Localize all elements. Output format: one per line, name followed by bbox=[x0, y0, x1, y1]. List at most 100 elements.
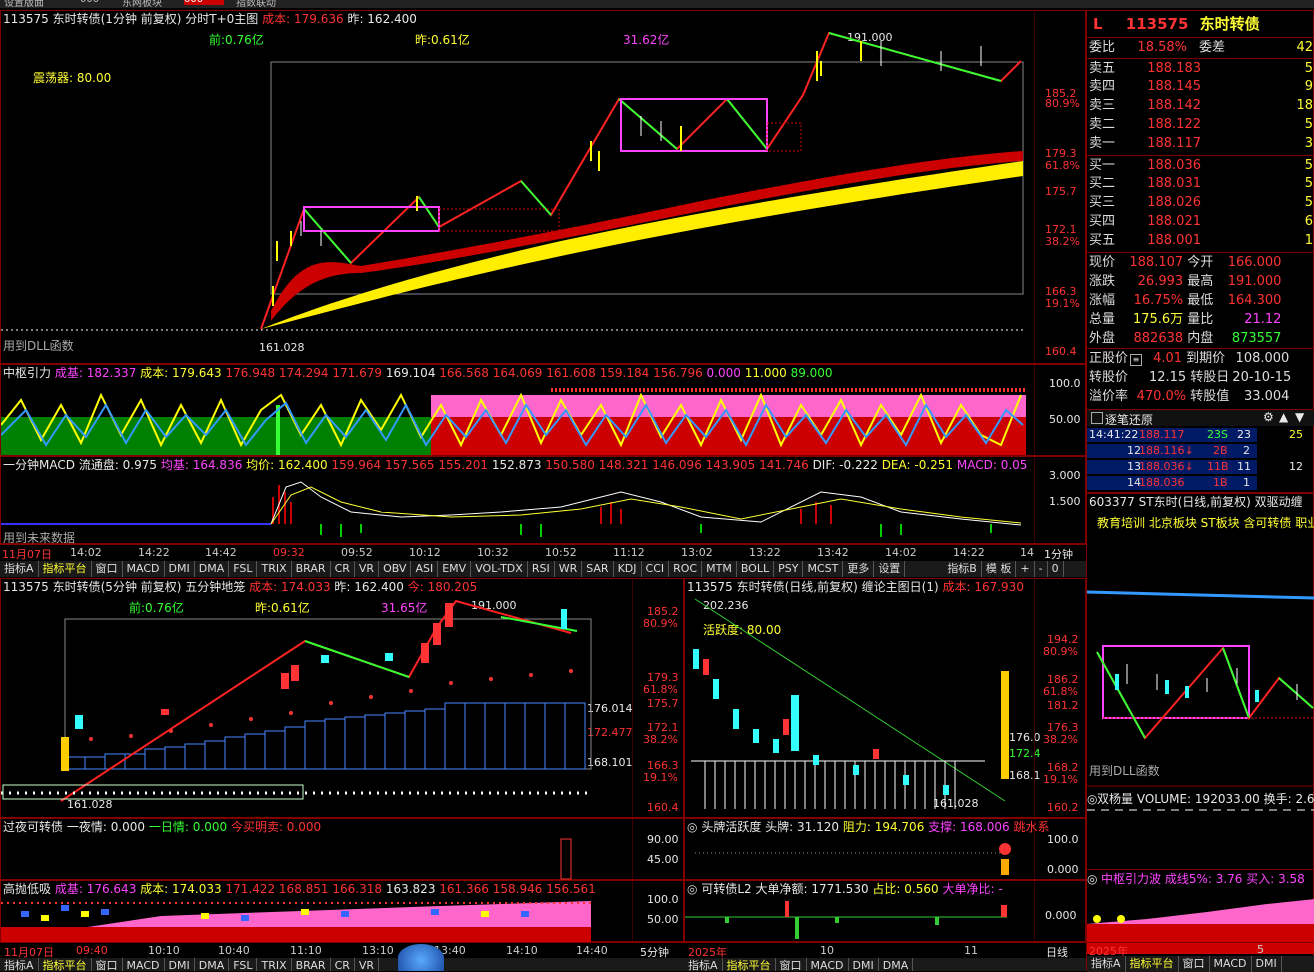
kzz-l2-panel[interactable]: ◎ 可转债L2 大单净额: 1771.530 占比: 0.560 大单净比: -… bbox=[684, 880, 1086, 943]
tab-dmi[interactable]: DMI bbox=[849, 958, 879, 971]
top-tab-2[interactable]: 东网板块 bbox=[122, 0, 162, 8]
arrow-up-icon[interactable]: ▲ bbox=[1279, 410, 1288, 424]
tab-wr[interactable]: WR bbox=[555, 561, 583, 577]
tab-rsi[interactable]: RSI bbox=[528, 561, 555, 577]
kzz-canvas bbox=[685, 881, 1035, 943]
tab-fsl[interactable]: FSL bbox=[229, 561, 258, 577]
tab-vr[interactable]: VR bbox=[355, 561, 380, 577]
bid-row[interactable]: 买五 188.001 1 bbox=[1087, 231, 1314, 250]
tab-mcst[interactable]: MCST bbox=[803, 561, 844, 577]
tab-emv[interactable]: EMV bbox=[438, 561, 472, 577]
overnight-y-tick: 45.00 bbox=[647, 853, 679, 866]
tab-obv[interactable]: OBV bbox=[379, 561, 412, 577]
tab-indicator-a[interactable]: 指标A bbox=[0, 958, 39, 971]
top-tab-4[interactable]: 指数联动 bbox=[236, 0, 276, 8]
bid-row[interactable]: 买三 188.026 5 bbox=[1087, 193, 1314, 212]
tab-mtm[interactable]: MTM bbox=[702, 561, 737, 577]
tab-indicator-a[interactable]: 指标A bbox=[1087, 956, 1126, 972]
tab-indicator-a[interactable]: 指标A bbox=[684, 958, 723, 971]
floating-widget-icon[interactable] bbox=[398, 944, 444, 971]
tab-indicator-a[interactable]: 指标A bbox=[0, 561, 39, 577]
tab-dma[interactable]: DMA bbox=[195, 958, 230, 971]
date-label: 5 bbox=[1257, 943, 1264, 956]
tab-dmi[interactable]: DMI bbox=[165, 958, 195, 971]
tab-fsl[interactable]: FSL bbox=[229, 958, 258, 971]
tab-cr[interactable]: CR bbox=[331, 958, 355, 971]
tab-cr[interactable]: CR bbox=[331, 561, 355, 577]
quote-name: 东时转债 bbox=[1199, 15, 1260, 33]
tab-window[interactable]: 窗口 bbox=[92, 958, 123, 971]
weicha-value: 42 bbox=[1296, 40, 1313, 55]
zhongshu-panel[interactable]: 中枢引力 成基: 182.337 成本: 179.643 176.948 174… bbox=[0, 364, 1086, 457]
time-label: 10:12 bbox=[409, 546, 441, 559]
daily-chart[interactable]: 113575 东时转债(日线,前复权) 缠论主图日(1) 成本: 167.930… bbox=[684, 578, 1086, 819]
tab-dma[interactable]: DMA bbox=[195, 561, 230, 577]
main-minute-chart[interactable]: 113575 东时转债(1分钟 前复权) 分时T+0主图 成本: 179.636… bbox=[0, 10, 1086, 365]
overnight-panel[interactable]: 过夜可转债 一夜情: 0.000 一日情: 0.000 今买明卖: 0.000 … bbox=[0, 818, 684, 881]
tab-indicator-platform[interactable]: 指标平台 bbox=[39, 561, 92, 577]
ask-row[interactable]: 卖二 188.122 5 bbox=[1087, 115, 1314, 134]
arrow-down-icon[interactable]: ▼ bbox=[1295, 410, 1304, 424]
stat-label: 内盘 bbox=[1187, 331, 1214, 346]
tab-dmi[interactable]: DMI bbox=[165, 561, 195, 577]
tab-macd[interactable]: MACD bbox=[807, 958, 849, 971]
ask-row[interactable]: 卖一 188.117 3 bbox=[1087, 134, 1314, 153]
toupai-panel[interactable]: ◎ 头牌活跃度 头牌: 31.120 阻力: 194.706 支撑: 168.0… bbox=[684, 818, 1086, 881]
info-icon[interactable]: ≡ bbox=[1130, 354, 1143, 366]
tab-roc[interactable]: ROC bbox=[669, 561, 703, 577]
tab-trix[interactable]: TRIX bbox=[257, 958, 292, 971]
tab-window[interactable]: 窗口 bbox=[776, 958, 807, 971]
ask-row[interactable]: 卖四 188.145 9 bbox=[1087, 77, 1314, 96]
eye-icon[interactable]: ◎ bbox=[1087, 792, 1097, 806]
tab-vol-tdx[interactable]: VOL-TDX bbox=[471, 561, 528, 577]
bid-volume: 1 bbox=[1304, 233, 1313, 248]
tab-indicator-b[interactable]: 指标B bbox=[943, 561, 982, 577]
five-min-y-tick: 80.9% bbox=[643, 617, 678, 630]
top-tab-3[interactable]: 000 bbox=[184, 0, 224, 5]
tab-dma[interactable]: DMA bbox=[879, 958, 914, 971]
gaopao-panel[interactable]: 高抛低吸 成基: 176.643 成本: 174.033 171.422 168… bbox=[0, 880, 684, 943]
tab-macd[interactable]: MACD bbox=[1210, 956, 1252, 972]
tab-minus[interactable]: - bbox=[1035, 561, 1048, 577]
tab-trix[interactable]: TRIX bbox=[257, 561, 292, 577]
tab-indicator-platform[interactable]: 指标平台 bbox=[723, 958, 776, 971]
settings-icon[interactable]: ⚙ bbox=[1263, 410, 1274, 424]
tab-kdj[interactable]: KDJ bbox=[614, 561, 642, 577]
tab-more[interactable]: 更多 bbox=[843, 561, 875, 577]
tab-vr[interactable]: VR bbox=[355, 958, 380, 971]
tab-plus[interactable]: + bbox=[1016, 561, 1035, 577]
tab-macd[interactable]: MACD bbox=[123, 561, 165, 577]
tab-settings[interactable]: 设置 bbox=[874, 561, 906, 577]
tab-template[interactable]: 模 板 bbox=[982, 561, 1017, 577]
tab-brar[interactable]: BRAR bbox=[292, 958, 331, 971]
time-label: 14:02 bbox=[70, 546, 102, 559]
tab-boll[interactable]: BOLL bbox=[737, 561, 775, 577]
tab-window[interactable]: 窗口 bbox=[92, 561, 123, 577]
tab-asi[interactable]: ASI bbox=[411, 561, 439, 577]
tab-sar[interactable]: SAR bbox=[582, 561, 614, 577]
tab-cci[interactable]: CCI bbox=[642, 561, 670, 577]
top-tab-1[interactable]: 000 bbox=[80, 0, 99, 5]
tab-brar[interactable]: BRAR bbox=[292, 561, 331, 577]
conv-row: 转股价 12.15 转股日 20-10-15 bbox=[1089, 368, 1291, 387]
tab-psy[interactable]: PSY bbox=[774, 561, 804, 577]
top-tab-0[interactable]: 设置版面 bbox=[4, 0, 44, 8]
tab-indicator-platform[interactable]: 指标平台 bbox=[1126, 956, 1179, 972]
stock-side-panel[interactable]: 603377 ST东时(日线,前复权) 双驱动缠 教育培训 北京板块 ST板块 … bbox=[1086, 493, 1314, 972]
tab-indicator-platform[interactable]: 指标平台 bbox=[39, 958, 92, 971]
tab-macd[interactable]: MACD bbox=[123, 958, 165, 971]
tab-zero[interactable]: 0 bbox=[1048, 561, 1064, 577]
ask-row[interactable]: 卖三 188.142 18 bbox=[1087, 96, 1314, 115]
macd-panel[interactable]: 一分钟MACD 流通盘: 0.975 均基: 164.836 均价: 162.4… bbox=[0, 456, 1086, 545]
period-selector-1[interactable]: 1分钟 bbox=[1044, 546, 1073, 562]
conv-label: 到期价 bbox=[1186, 351, 1226, 366]
five-minute-chart[interactable]: 113575 东时转债(5分钟 前复权) 五分钟地笼 成本: 174.033 昨… bbox=[0, 578, 684, 819]
tab-window[interactable]: 窗口 bbox=[1179, 956, 1210, 972]
bid-row[interactable]: 买四 188.021 6 bbox=[1087, 212, 1314, 231]
bid-row[interactable]: 买二 188.031 5 bbox=[1087, 174, 1314, 193]
eye-icon[interactable]: ◎ bbox=[1087, 872, 1101, 886]
ask-row[interactable]: 卖五 188.183 5 bbox=[1087, 58, 1314, 78]
tick-list-panel[interactable]: 逐笔还原 ⚙ ▲ ▼ 14:41:22 188.117 23S 23 25 12 188… bbox=[1086, 409, 1314, 493]
bid-row[interactable]: 买一 188.036 5 bbox=[1087, 155, 1314, 175]
tab-dmi[interactable]: DMI bbox=[1252, 956, 1282, 972]
